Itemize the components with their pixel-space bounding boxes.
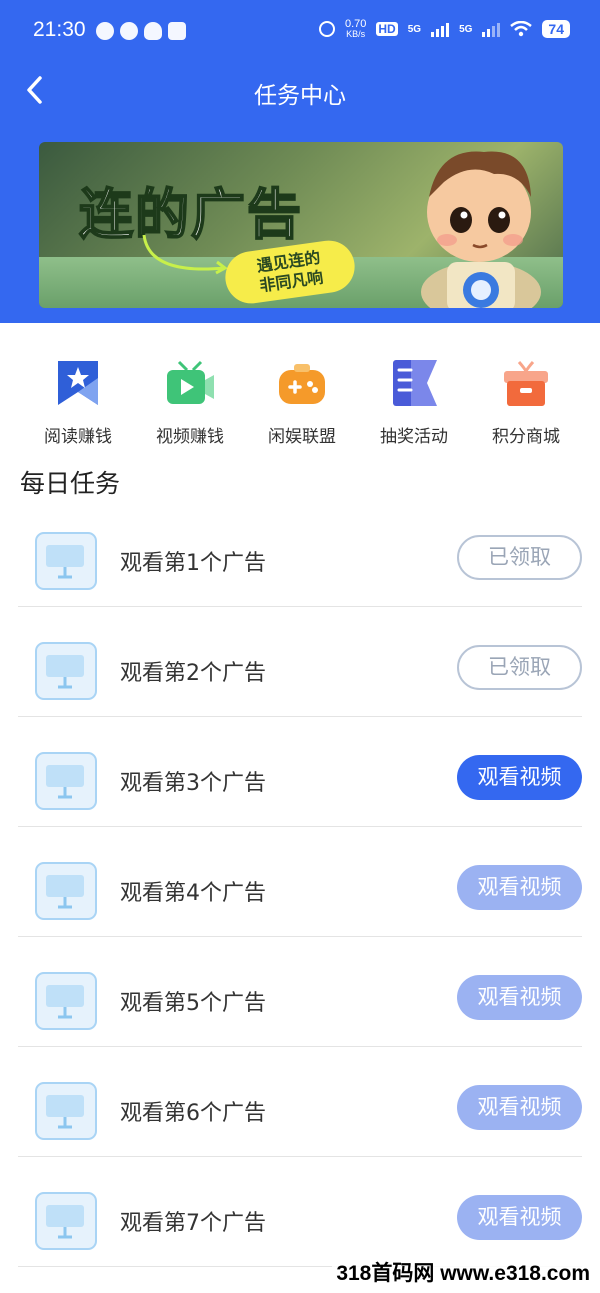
net-speed-unit: KB/s	[346, 29, 366, 39]
signal-5g-label-1: 5G	[407, 23, 422, 35]
task-row: 观看第7个广告 观看视频	[18, 1157, 582, 1267]
status-time: 21:30	[33, 18, 86, 41]
battery-level: 74	[542, 20, 570, 38]
net-speed: 0.70 KB/s	[344, 18, 367, 40]
task-name: 观看第5个广告	[120, 991, 266, 1016]
ad-task-icon	[35, 972, 97, 1030]
daily-tasks-title: 每日任务	[20, 469, 121, 498]
quick-link-games[interactable]: 闲娱联盟	[246, 358, 358, 448]
watch-video-button-disabled[interactable]: 观看视频	[457, 1195, 582, 1240]
claimed-button[interactable]: 已领取	[457, 645, 582, 690]
hd-badge: HD	[376, 22, 398, 36]
page-title: 任务中心	[254, 83, 346, 109]
task-name: 观看第1个广告	[120, 551, 266, 576]
qq-icon	[144, 22, 162, 40]
watch-video-button-disabled[interactable]: 观看视频	[457, 975, 582, 1020]
gamepad-icon	[279, 364, 325, 404]
watermark: 318首码网 www.e318.com	[332, 1255, 594, 1289]
task-row: 观看第2个广告 已领取	[18, 607, 582, 717]
status-right: 0.70 KB/s HD 5G 5G 74	[318, 18, 570, 40]
quick-link-label: 积分商城	[492, 427, 560, 447]
quick-link-lottery[interactable]: 抽奖活动	[358, 358, 470, 448]
task-name: 观看第7个广告	[120, 1211, 266, 1236]
book-star-icon	[58, 361, 98, 405]
quick-link-label: 抽奖活动	[380, 427, 448, 447]
claimed-button[interactable]: 已领取	[457, 535, 582, 580]
task-row: 观看第4个广告 观看视频	[18, 827, 582, 937]
signal-icon-2	[482, 21, 501, 37]
wifi-icon	[510, 21, 533, 37]
signal-5g-label-2: 5G	[459, 23, 473, 35]
status-bar: 21:30 0.70 KB/s HD 5G 5G 74	[0, 0, 600, 62]
quick-link-points-mall[interactable]: 积分商城	[470, 358, 582, 448]
task-name: 观看第4个广告	[120, 881, 266, 906]
quick-link-video[interactable]: 视频赚钱	[134, 358, 246, 448]
task-name: 观看第2个广告	[120, 661, 266, 686]
header: 21:30 0.70 KB/s HD 5G 5G 74 任务中心 连的广告 遇见…	[0, 0, 600, 323]
task-list: 观看第1个广告 已领取 观看第2个广告 已领取 观看第3个广告 观看视频 观看第…	[18, 497, 582, 1267]
bookmark-flag-icon	[393, 360, 437, 406]
video-play-icon	[167, 360, 214, 404]
ad-task-icon	[35, 532, 97, 590]
watch-video-button[interactable]: 观看视频	[457, 755, 582, 800]
task-name: 观看第3个广告	[120, 771, 266, 796]
task-row: 观看第5个广告 观看视频	[18, 937, 582, 1047]
quick-link-read[interactable]: 阅读赚钱	[22, 358, 134, 448]
net-speed-value: 0.70	[344, 18, 367, 30]
quick-links: 阅读赚钱 视频赚钱 闲娱联盟 抽奖活动 积分商城	[22, 358, 582, 448]
ad-task-icon	[35, 1192, 97, 1250]
task-row: 观看第1个广告 已领取	[18, 497, 582, 607]
nav-bar: 任务中心	[0, 62, 600, 120]
ad-task-icon	[35, 862, 97, 920]
signal-icon-1	[431, 21, 450, 37]
task-row: 观看第3个广告 观看视频	[18, 717, 582, 827]
quick-link-label: 阅读赚钱	[44, 427, 112, 447]
quick-link-label: 视频赚钱	[156, 427, 224, 447]
store-icon	[168, 22, 186, 40]
notification-icons	[96, 22, 186, 40]
chat-icon	[120, 22, 138, 40]
banner-arrow-icon	[142, 234, 228, 275]
quick-link-label: 闲娱联盟	[268, 427, 336, 447]
ad-task-icon	[35, 642, 97, 700]
promo-banner[interactable]: 连的广告 遇见连的 非同凡响	[39, 142, 563, 308]
watch-video-button-disabled[interactable]: 观看视频	[457, 1085, 582, 1130]
gift-box-icon	[504, 361, 548, 406]
watch-video-button-disabled[interactable]: 观看视频	[457, 865, 582, 910]
message-icon	[96, 22, 114, 40]
ad-task-icon	[35, 752, 97, 810]
cartoon-character-illustration	[421, 151, 541, 308]
alarm-icon	[318, 21, 335, 37]
task-row: 观看第6个广告 观看视频	[18, 1047, 582, 1157]
ad-task-icon	[35, 1082, 97, 1140]
task-name: 观看第6个广告	[120, 1101, 266, 1126]
